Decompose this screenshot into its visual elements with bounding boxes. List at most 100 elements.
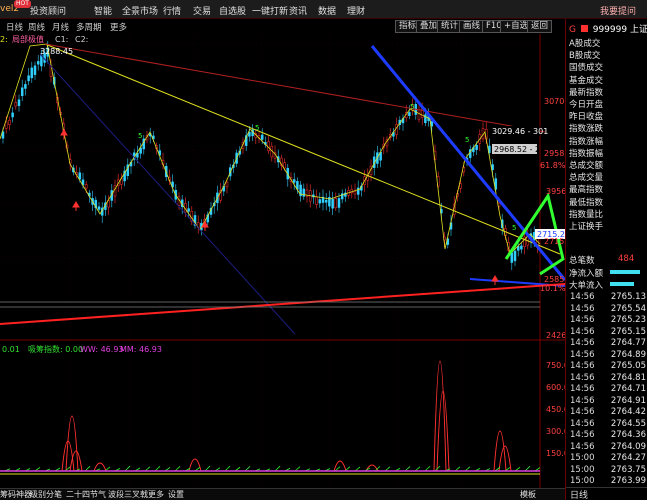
candle-body	[459, 183, 462, 189]
tick-price: 2764.36	[610, 430, 646, 440]
candle-body	[24, 84, 27, 89]
panel-bottom-tab[interactable]: 日线	[566, 487, 647, 500]
signal-number: 5	[255, 124, 259, 132]
top-menu-bar: vel2 HOT 投资顾问 智能 全景市场 行情 交易 自选股 一键打新 资讯 …	[0, 0, 647, 19]
candle-body	[417, 109, 421, 120]
flow-label-net: 净流入额	[569, 269, 604, 279]
bottom-tab-daily[interactable]: 日线	[570, 488, 588, 500]
bottom-tab-solar-terms[interactable]: 二十四节气	[66, 489, 106, 500]
template-button[interactable]: 模板	[520, 489, 536, 500]
help-link[interactable]: 我要提问	[600, 4, 636, 17]
tick-time: 14:56	[570, 418, 595, 429]
tick-time: 14:56	[570, 395, 595, 406]
tick-price: 2764.77	[610, 338, 646, 348]
candle-body	[513, 250, 517, 262]
tick-price: 2764.91	[610, 395, 646, 406]
net-inflow-bar	[610, 270, 640, 274]
tab-daily[interactable]: 日线	[6, 21, 23, 33]
back-button[interactable]: 返回	[527, 20, 553, 33]
candle-body	[187, 208, 190, 212]
tick-row: 14:56 2765.05	[566, 361, 647, 373]
tick-price: 2764.71	[610, 384, 646, 394]
quote-header: G 999999 上证指	[566, 19, 647, 37]
signal-number: 5	[138, 132, 142, 140]
menu-item[interactable]: 交易	[193, 4, 211, 17]
candle-body	[331, 198, 334, 209]
signal-number: 5	[465, 136, 469, 144]
price-label-0: 3029.46 - 301	[492, 127, 548, 136]
bottom-tab-settings[interactable]: 设置	[168, 489, 184, 500]
tick-price: 2763.75	[610, 464, 646, 475]
bottom-tab-levels[interactable]: 级别分笔	[30, 489, 62, 500]
indicator-legend-3: C2:	[75, 35, 88, 44]
tick-row: 14:56 2764.81	[566, 373, 647, 385]
tick-time: 14:56	[570, 441, 595, 452]
draw-line-button[interactable]: 画线	[459, 20, 485, 33]
tick-row: 15:00 2763.75	[566, 465, 647, 477]
chart-toolbar: 日线 周线 月线 多周期 更多 指标 叠加 统计 画线 F10 +自选 返回	[0, 19, 647, 34]
tick-row: 14:56 2764.09	[566, 442, 647, 454]
price-label-1: 2968.52 - 29	[494, 145, 545, 154]
tick-price: 2764.81	[610, 372, 646, 383]
menu-item[interactable]: 行情	[163, 4, 181, 17]
kline-chart[interactable]: 5 5 5 5 5 2: 局部极值 C1: C2: 3288.45 3029.46 - …	[0, 34, 565, 489]
menu-item[interactable]: 一键打新	[252, 4, 288, 17]
candle-body	[27, 75, 30, 82]
candle-body	[225, 181, 229, 188]
tick-price: 2764.89	[610, 349, 646, 360]
bottom-tab-trident[interactable]: 波段三叉戟	[108, 489, 148, 500]
menu-item[interactable]: 资讯	[289, 4, 307, 17]
menu-item[interactable]: 智能	[94, 4, 112, 17]
sub-axis-1: 600.0	[546, 383, 565, 392]
menu-item[interactable]: 全景市场	[122, 4, 158, 17]
sub-legend-1: 吸筹指数: 0.00	[28, 344, 83, 354]
stock-name: 上证指	[629, 25, 647, 35]
candle-body	[36, 61, 40, 65]
candle-body	[395, 124, 398, 135]
bottom-tab-more[interactable]: 更多	[148, 489, 164, 500]
tick-price: 2764.42	[610, 407, 646, 417]
tick-row: 15:00 2764.27	[566, 453, 647, 465]
tab-more[interactable]: 更多	[110, 21, 127, 33]
tick-price: 2764.55	[610, 418, 646, 429]
tick-time: 14:56	[570, 361, 595, 371]
candle-body	[353, 191, 357, 195]
menu-item[interactable]: 数据	[318, 4, 336, 17]
axis-label-1: 2958	[544, 149, 564, 158]
tick-price: 2765.13	[610, 292, 646, 302]
tick-row: 14:56 2764.71	[566, 384, 647, 396]
tick-price: 2764.09	[610, 441, 646, 452]
candle-body	[14, 102, 18, 107]
candle-body	[17, 99, 21, 106]
indicator-legend-1: 局部极值	[12, 34, 44, 44]
candle-body	[33, 65, 37, 75]
tick-time: 14:56	[570, 384, 595, 394]
candle-body	[408, 112, 411, 116]
tick-time: 14:56	[570, 326, 595, 337]
stock-flag-icon	[580, 25, 588, 32]
flow-label-big: 大单流入	[569, 281, 604, 291]
candle-body	[475, 144, 478, 150]
candle-body	[302, 188, 306, 197]
axis-label-5: 2585	[544, 275, 564, 284]
tab-monthly[interactable]: 月线	[52, 21, 69, 33]
candle-body	[510, 252, 514, 263]
quote-field-label: 最新指数	[569, 87, 604, 98]
candle-body	[356, 187, 360, 195]
tick-time: 14:56	[570, 407, 595, 417]
tab-weekly[interactable]: 周线	[28, 21, 45, 33]
tick-time: 14:56	[570, 338, 595, 348]
signal-number: 5	[410, 103, 414, 111]
menu-item[interactable]: 自选股	[219, 4, 246, 17]
bottom-tab-chips[interactable]: 筹码神器	[0, 489, 32, 500]
candle-body	[324, 200, 328, 203]
flow-row-net: 净流入额	[566, 267, 647, 279]
tick-price: 2764.27	[610, 453, 646, 463]
menu-item[interactable]: 理财	[347, 4, 365, 17]
axis-label-3: 3956	[546, 187, 565, 196]
tab-multi-period[interactable]: 多周期	[76, 21, 102, 33]
quote-field-label: 上证换手	[569, 222, 604, 232]
menu-item[interactable]: 投资顾问	[30, 4, 66, 17]
flow-row-big: 大单流入	[566, 279, 647, 291]
tick-row: 14:56 2765.13	[566, 292, 647, 304]
